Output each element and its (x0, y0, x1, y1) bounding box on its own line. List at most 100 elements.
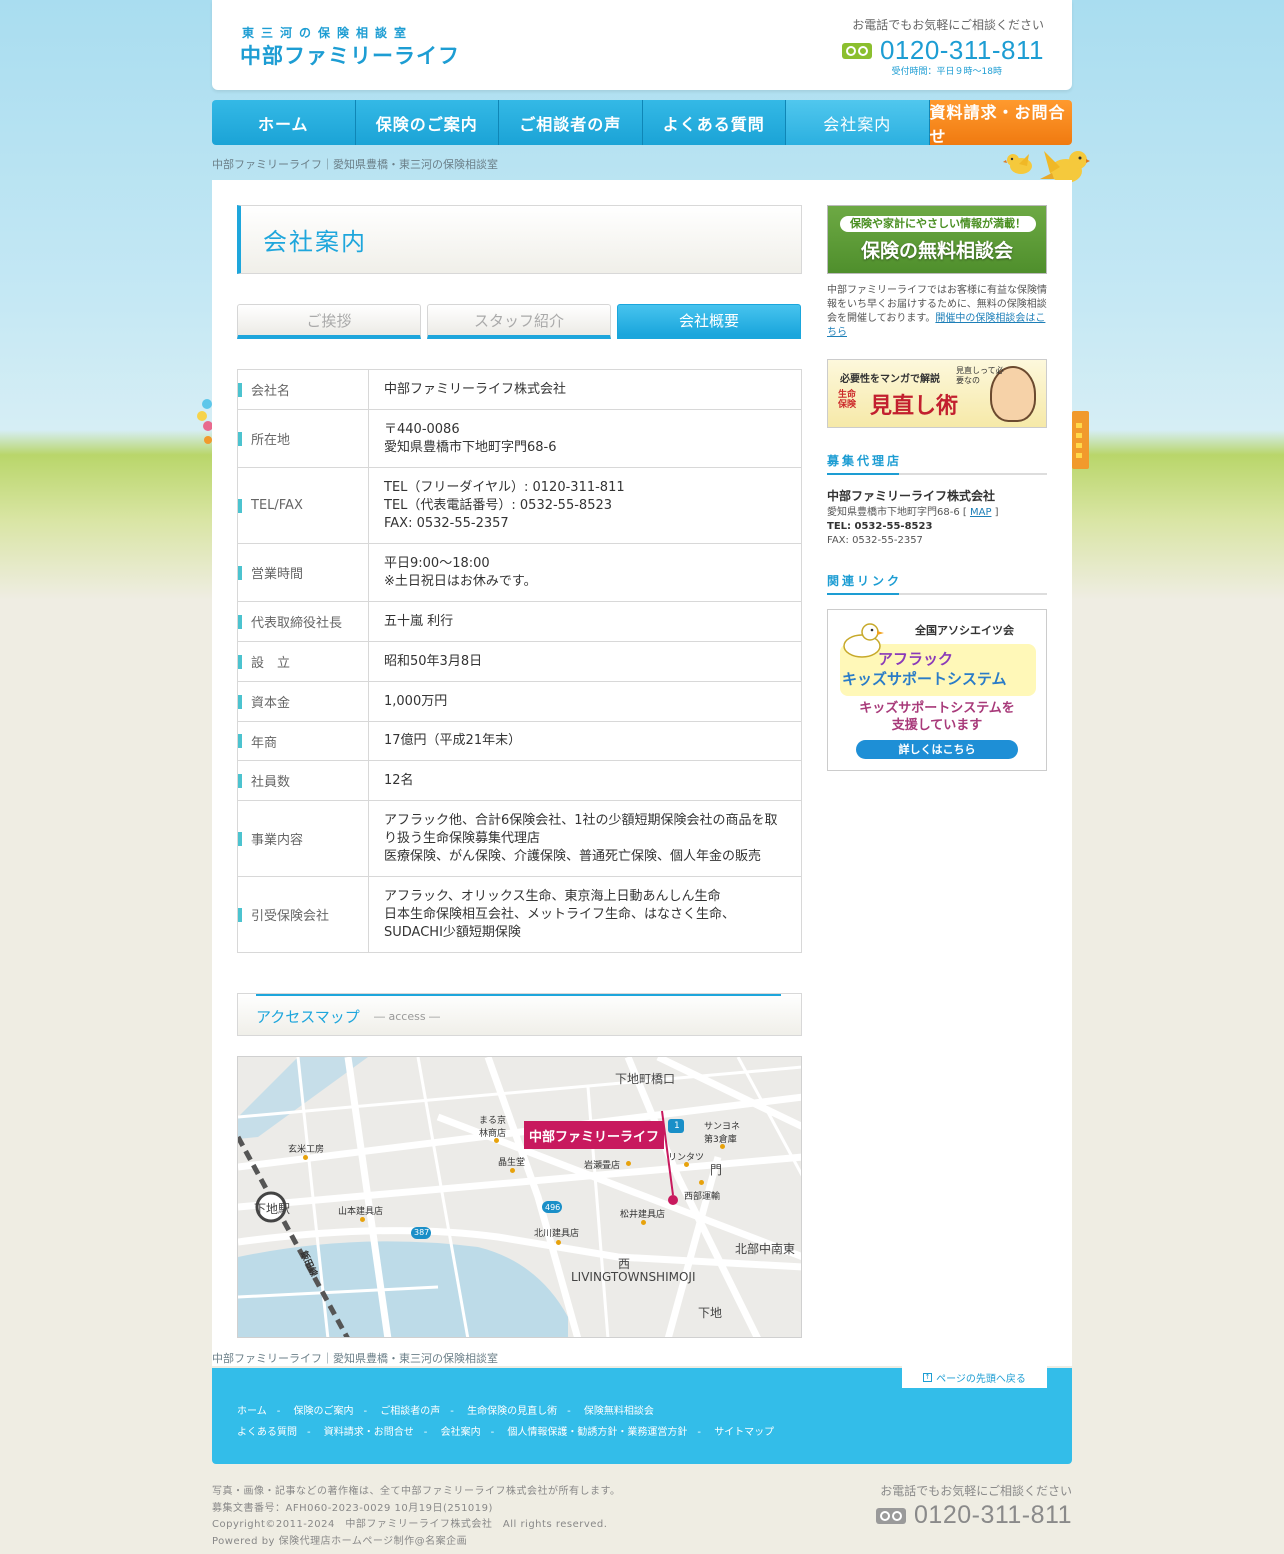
free-consultation-banner[interactable]: 保険や家計にやさしい情報が満載！ 保険の無料相談会 (827, 205, 1047, 274)
tel-lead: お電話でもお気軽にご相談ください (880, 1484, 1072, 1498)
table-row: 所在地 〒440-0086 愛知県豊橋市下地町字門68-6 (237, 409, 802, 468)
main-content: 会社案内 ご挨拶 スタッフ紹介 会社概要 会社名 中部ファミリーライフ株式会社 … (237, 205, 802, 1338)
map-route: 1 (674, 1121, 680, 1131)
map-poi (699, 1180, 704, 1185)
tab-staff[interactable]: スタッフ紹介 (427, 304, 611, 339)
row-value: アフラック、オリックス生命、東京海上日動あんしん生命 日本生命保険相互会社、メット… (368, 876, 802, 953)
map-label: 北部中南東 (735, 1242, 796, 1256)
row-value: 中部ファミリーライフ株式会社 (368, 369, 802, 410)
banner-title: 保険の無料相談会 (860, 240, 1013, 262)
manga-review-banner[interactable]: 必要性をマンガで解説 生命保険 見直し術 見直しって必要なの (827, 359, 1047, 428)
consultation-description: 中部ファミリーライフではお客様に有益な保険情報をいち早くお届けするために、無料の… (827, 285, 1047, 338)
row-value: 平日9:00〜18:00 ※土日祝日はお休みです。 (368, 543, 802, 602)
site-logo[interactable]: 中部ファミリーライフ (240, 40, 460, 70)
tel-number[interactable]: 0120-311-811 (880, 35, 1044, 66)
map-poi (626, 1161, 631, 1166)
map-label: 玄米工房 (288, 1145, 325, 1155)
row-label: 設 立 (237, 641, 369, 682)
map-label: 下地町橋口 (615, 1072, 676, 1086)
nav-voices[interactable]: ご相談者の声 (499, 100, 643, 145)
footer-link[interactable]: 資料請求・お問合せ (324, 1427, 414, 1438)
page-title: 会社案内 (237, 205, 802, 274)
map-label: 山本建具店 (338, 1207, 384, 1217)
map-label: LIVINGTOWNSHIMOJI (571, 1270, 696, 1284)
details-button[interactable]: 詳しくはこちら (856, 740, 1018, 759)
map-label: サンヨネ第3倉庫 (704, 1122, 741, 1145)
table-row: 年商 17億円（平成21年末） (237, 721, 802, 761)
footer-link[interactable]: よくある質問 (237, 1427, 297, 1438)
footer-link[interactable]: ご相談者の声 (380, 1406, 440, 1417)
footer-tel: お電話でもお気軽にご相談ください 0120-311-811 (867, 1482, 1072, 1530)
table-row: 会社名 中部ファミリーライフ株式会社 (237, 369, 802, 410)
map-label: 北川建具店 (534, 1229, 580, 1239)
agency-fax: FAX: 0532-55-2357 (827, 535, 923, 546)
banner-org: 全国アソシエイツ会 (915, 624, 1014, 637)
row-value: TEL（フリーダイヤル）: 0120-311-811 TEL（代表電話番号）: 0… (368, 467, 802, 544)
map-poi (556, 1240, 561, 1245)
speech-bubble: 見直しって必要なの (956, 366, 1004, 385)
table-row: 社員数 12名 (237, 760, 802, 801)
table-row: 引受保険会社 アフラック、オリックス生命、東京海上日動あんしん生命 日本生命保険相… (237, 876, 802, 953)
table-row: TEL/FAX TEL（フリーダイヤル）: 0120-311-811 TEL（代表… (237, 467, 802, 544)
banner-subtitle: 必要性をマンガで解説 (840, 374, 940, 385)
footer-links: ホーム - 保険のご案内 - ご相談者の声 - 生命保険の見直し術 - 保険無料相談会 … (237, 1406, 775, 1438)
kids-support-banner[interactable]: 全国アソシエイツ会 アフラック キッズサポートシステム キッズサポートシステムを… (827, 609, 1047, 771)
access-map[interactable]: 下地町橋口 まる京林商店 サンヨネ第3倉庫 玄米工房 晶生堂 岩瀬畳店 リンタツ… (237, 1056, 802, 1338)
map-link[interactable]: MAP (970, 507, 992, 518)
nav-insurance[interactable]: 保険のご案内 (355, 100, 499, 145)
footer-link[interactable]: 保険無料相談会 (584, 1406, 654, 1417)
nav-home[interactable]: ホーム (212, 100, 356, 145)
table-row: 設 立 昭和50年3月8日 (237, 641, 802, 682)
footer-breadcrumb: 中部ファミリーライフ｜愛知県豊橋・東三河の保険相談室 (212, 1352, 498, 1365)
sidebar: 保険や家計にやさしい情報が満載！ 保険の無料相談会 中部ファミリーライフではお客… (827, 205, 1047, 771)
row-value: 五十嵐 利行 (368, 601, 802, 642)
footer-link[interactable]: 個人情報保護・勧誘方針・業務運営方針 (507, 1427, 687, 1438)
agency-address: 愛知県豊橋市下地町字門68-6 [ MAP ] (827, 507, 999, 518)
tab-greeting[interactable]: ご挨拶 (237, 304, 421, 339)
map-route: 387 (414, 1228, 430, 1237)
bird-icon (1003, 154, 1032, 174)
nav-company[interactable]: 会社案内 (786, 100, 930, 145)
footer-link[interactable]: サイトマップ (714, 1427, 774, 1438)
banner-message: キッズサポートシステムを 支援しています (859, 701, 1015, 733)
footer-link[interactable]: 生命保険の見直し術 (467, 1406, 557, 1417)
site-tagline: 東三河の保険相談室 (242, 26, 414, 40)
row-label: 営業時間 (237, 543, 369, 602)
row-label: TEL/FAX (237, 467, 369, 544)
map-poi (303, 1155, 308, 1160)
row-value: 1,000万円 (368, 681, 802, 722)
banner-side-label: 生命保険 (838, 390, 857, 410)
map-label: 下地 (698, 1306, 723, 1320)
row-label: 所在地 (237, 409, 369, 468)
footer-link[interactable]: 会社案内 (441, 1427, 481, 1438)
map-poi (641, 1220, 646, 1225)
map-label: 岩瀬畳店 (584, 1161, 621, 1171)
banner-line1: アフラック (878, 650, 954, 668)
footer-link[interactable]: 保険のご案内 (294, 1406, 354, 1417)
row-label: 代表取締役社長 (237, 601, 369, 642)
map-label: 西部運輸 (684, 1192, 721, 1202)
row-label: 社員数 (237, 760, 369, 801)
row-value: 〒440-0086 愛知県豊橋市下地町字門68-6 (368, 409, 802, 468)
page-top-button[interactable]: ↑ ページの先頭へ戻る (902, 1366, 1047, 1388)
building-decoration (1072, 411, 1089, 469)
nav-contact[interactable]: 資料請求・お問合せ (929, 100, 1072, 145)
map-route: 496 (545, 1203, 561, 1212)
agency-name: 中部ファミリーライフ株式会社 (827, 489, 996, 503)
freedial-icon (841, 42, 872, 59)
row-value: 12名 (368, 760, 802, 801)
footer-nav: ↑ ページの先頭へ戻る ホーム - 保険のご案内 - ご相談者の声 - 生命保険の見直… (212, 1366, 1072, 1464)
arrow-up-icon: ↑ (923, 1372, 933, 1382)
map-label: 下地駅 (254, 1202, 291, 1216)
breadcrumb: 中部ファミリーライフ｜愛知県豊橋・東三河の保険相談室 (212, 158, 498, 171)
nav-faq[interactable]: よくある質問 (642, 100, 786, 145)
map-poi (510, 1168, 515, 1173)
footer-link[interactable]: ホーム (237, 1406, 267, 1417)
table-row: 事業内容 アフラック他、合計6保険会社、1社の少額短期保険会社の商品を取り扱う生… (237, 800, 802, 877)
tab-overview[interactable]: 会社概要 (617, 304, 801, 339)
page-title-text: 会社案内 (263, 228, 367, 256)
row-value: 昭和50年3月8日 (368, 641, 802, 682)
map-poi (684, 1162, 689, 1167)
row-label: 事業内容 (237, 800, 369, 877)
tel-number[interactable]: 0120-311-811 (914, 1501, 1072, 1530)
